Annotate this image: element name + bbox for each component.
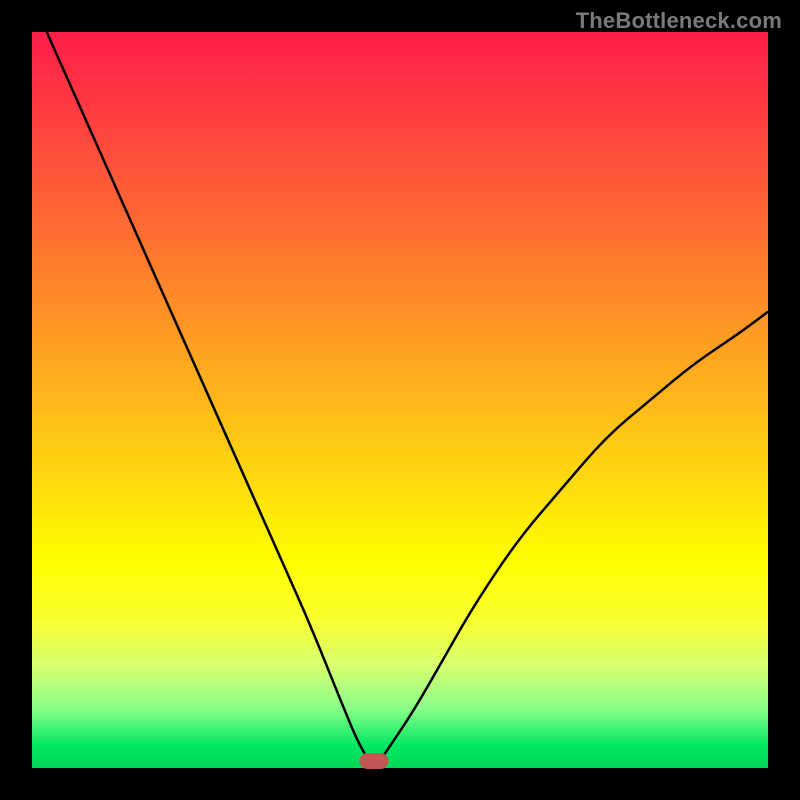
optimal-point-marker <box>360 753 389 769</box>
bottleneck-curve-line <box>47 32 768 764</box>
chart-curve-svg <box>32 32 768 768</box>
watermark-text: TheBottleneck.com <box>576 8 782 34</box>
chart-plot-area <box>32 32 768 768</box>
